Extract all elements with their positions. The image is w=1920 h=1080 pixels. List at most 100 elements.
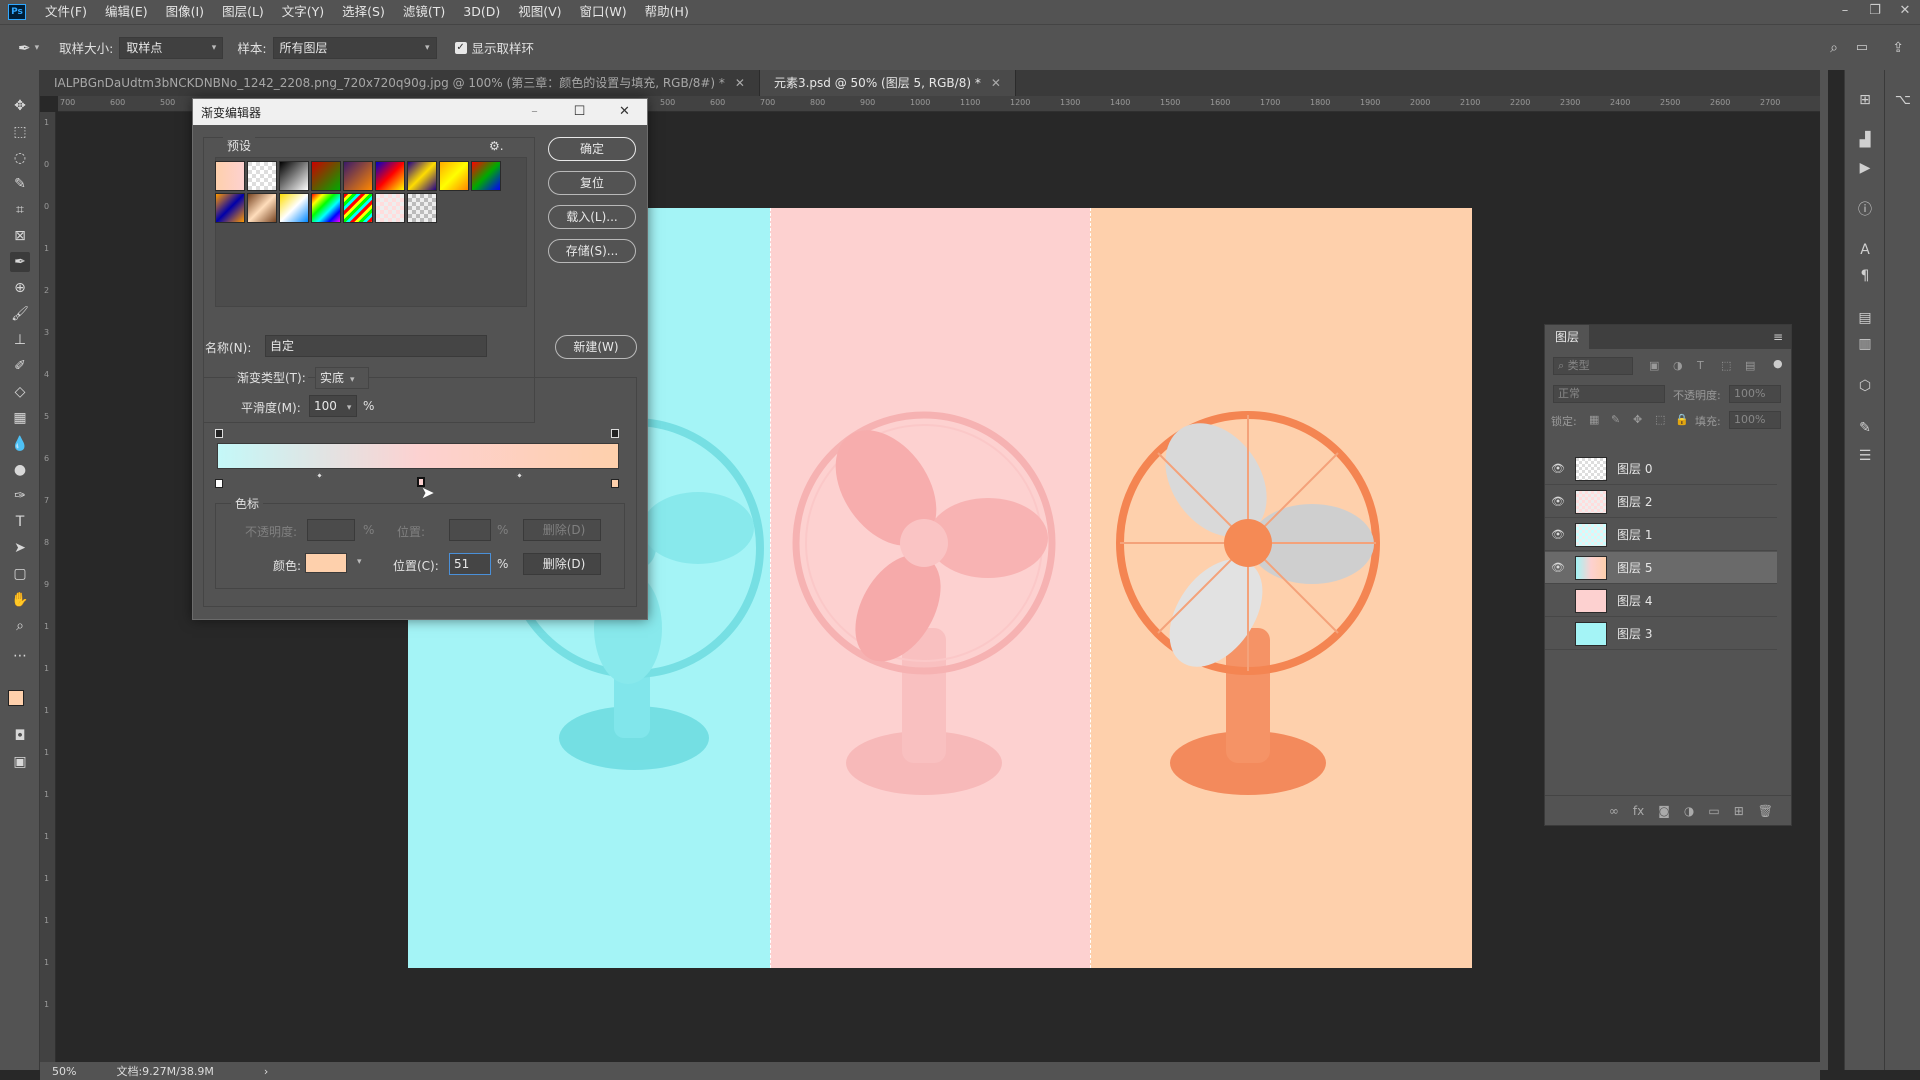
stamp-tool-icon[interactable]: ⊥	[10, 330, 30, 350]
path-icon[interactable]: ⌥	[1893, 90, 1913, 110]
filter-pixel-icon[interactable]: ▣	[1649, 359, 1659, 372]
foreground-color-swatch[interactable]	[8, 690, 24, 706]
color-stop-right[interactable]	[611, 479, 619, 488]
menu-edit[interactable]: 编辑(E)	[96, 0, 157, 24]
preset-swatch[interactable]	[407, 161, 437, 191]
name-input[interactable]: 自定	[265, 335, 487, 357]
frame-tool-icon[interactable]: ⊠	[10, 226, 30, 246]
marquee-tool-icon[interactable]: ⬚	[10, 122, 30, 142]
layer-opacity-input[interactable]: 100%	[1729, 385, 1781, 403]
filter-toggle-icon[interactable]: ●	[1773, 357, 1783, 370]
preset-swatch[interactable]	[439, 161, 469, 191]
restore-icon[interactable]: ❐	[1860, 0, 1890, 22]
link-icon[interactable]: ∞	[1609, 804, 1619, 818]
gradient-tool-icon[interactable]: ▦	[10, 408, 30, 428]
layer-row[interactable]: 👁 图层 0	[1545, 453, 1777, 485]
layer-filter-select[interactable]: ⌕ 类型	[1553, 357, 1633, 375]
preset-swatch[interactable]	[247, 161, 277, 191]
screen-mode-icon[interactable]: ▣	[10, 752, 30, 772]
preset-swatch[interactable]	[343, 193, 373, 223]
history-brush-icon[interactable]: ✐	[10, 356, 30, 376]
opacity-stop-right[interactable]	[611, 429, 619, 438]
menu-window[interactable]: 窗口(W)	[571, 0, 636, 24]
eye-icon[interactable]: 👁	[1545, 528, 1571, 541]
menu-type[interactable]: 文字(Y)	[273, 0, 333, 24]
preset-swatch[interactable]	[279, 193, 309, 223]
reset-button[interactable]: 复位	[548, 171, 636, 195]
stop-color-swatch[interactable]	[305, 553, 347, 573]
eyedropper-tool-icon[interactable]: ✒	[10, 252, 30, 272]
brush-tool-icon[interactable]: 🖌	[10, 304, 30, 324]
ok-button[interactable]: 确定	[548, 137, 636, 161]
menu-image[interactable]: 图像(I)	[157, 0, 213, 24]
new-layer-icon[interactable]: ⊞	[1734, 804, 1744, 818]
close-icon[interactable]: ✕	[602, 99, 647, 125]
close-icon[interactable]: ✕	[735, 76, 745, 90]
preset-swatch[interactable]	[407, 193, 437, 223]
histogram-icon[interactable]: ▟	[1855, 130, 1875, 150]
healing-tool-icon[interactable]: ⊕	[10, 278, 30, 298]
quick-mask-icon[interactable]: ◘	[10, 726, 30, 746]
close-icon[interactable]: ✕	[1890, 0, 1920, 22]
blur-tool-icon[interactable]: 💧	[10, 434, 30, 454]
folder-icon[interactable]: ▭	[1708, 804, 1719, 818]
shape-tool-icon[interactable]: ▢	[10, 564, 30, 584]
tab-document-1[interactable]: IALPBGnDaUdtm3bNCKDNBNo_1242_2208.png_72…	[40, 70, 760, 96]
preset-swatch[interactable]	[375, 193, 405, 223]
crop-tool-icon[interactable]: ⌗	[10, 200, 30, 220]
mask-icon[interactable]: ◙	[1658, 804, 1670, 818]
search-icon[interactable]: ⌕	[1830, 40, 1838, 56]
layer-row[interactable]: 👁 图层 2	[1545, 486, 1777, 518]
eye-icon[interactable]: 👁	[1545, 462, 1571, 475]
minimize-icon[interactable]: –	[512, 99, 557, 125]
gradient-type-select[interactable]: 实底 ▾	[315, 367, 369, 389]
blend-mode-select[interactable]: 正常	[1553, 385, 1665, 403]
preset-swatch[interactable]	[343, 161, 373, 191]
sample-size-select[interactable]: 取样点 ▾	[119, 36, 224, 59]
workspace-icon[interactable]: ▭	[1856, 40, 1868, 55]
dodge-tool-icon[interactable]: ●	[10, 460, 30, 480]
lock-position-icon[interactable]: ✥	[1633, 413, 1642, 426]
menu-filter[interactable]: 滤镜(T)	[394, 0, 454, 24]
notes-icon[interactable]: ▥	[1855, 334, 1875, 354]
lock-artboard-icon[interactable]: ⬚	[1655, 413, 1665, 426]
type-tool-icon[interactable]: T	[10, 512, 30, 532]
new-button[interactable]: 新建(W)	[555, 335, 637, 359]
preset-swatch[interactable]	[471, 161, 501, 191]
menu-layer[interactable]: 图层(L)	[213, 0, 273, 24]
layer-row[interactable]: 👁 图层 1	[1545, 519, 1777, 551]
zoom-level[interactable]: 50%	[52, 1065, 76, 1078]
libraries-icon[interactable]: ▤	[1855, 308, 1875, 328]
share-icon[interactable]: ⇪	[1892, 40, 1904, 56]
tab-layers[interactable]: 图层	[1545, 325, 1590, 349]
dialog-titlebar[interactable]: 渐变编辑器 – ☐ ✕	[193, 99, 647, 125]
layer-row[interactable]: 图层 4	[1545, 585, 1777, 617]
preset-swatch[interactable]	[311, 161, 341, 191]
close-icon[interactable]: ✕	[991, 76, 1001, 90]
chevron-down-icon[interactable]: ▾	[357, 557, 362, 567]
menu-3d[interactable]: 3D(D)	[454, 0, 509, 24]
info-icon[interactable]: ⓘ	[1855, 200, 1875, 220]
fx-icon[interactable]: fx	[1633, 804, 1644, 818]
paragraph-icon[interactable]: ¶	[1855, 266, 1875, 286]
opacity-stop-left[interactable]	[215, 429, 223, 438]
brush-settings-icon[interactable]: ✎	[1855, 418, 1875, 438]
move-tool-icon[interactable]: ✥	[10, 96, 30, 116]
filter-shape-icon[interactable]: ⬚	[1721, 359, 1731, 372]
minimize-icon[interactable]: –	[1830, 0, 1860, 22]
lasso-tool-icon[interactable]: ◌	[10, 148, 30, 168]
filter-smart-icon[interactable]: ▤	[1745, 359, 1755, 372]
color-stop-left[interactable]	[215, 479, 223, 488]
lock-all-icon[interactable]: 🔒	[1675, 413, 1689, 426]
eyedropper-tool-icon[interactable]: ✒	[18, 39, 31, 57]
path-select-tool-icon[interactable]: ➤	[10, 538, 30, 558]
layer-row-selected[interactable]: 👁 图层 5	[1545, 552, 1777, 584]
trash-icon[interactable]: 🗑	[1758, 804, 1773, 818]
maximize-icon[interactable]: ☐	[557, 99, 602, 125]
hand-tool-icon[interactable]: ✋	[10, 590, 30, 610]
chevron-down-icon[interactable]: ▾	[35, 43, 40, 53]
preset-swatch[interactable]	[311, 193, 341, 223]
gradient-preview-bar[interactable]	[217, 443, 619, 469]
menu-select[interactable]: 选择(S)	[333, 0, 394, 24]
character-icon[interactable]: A	[1855, 240, 1875, 260]
